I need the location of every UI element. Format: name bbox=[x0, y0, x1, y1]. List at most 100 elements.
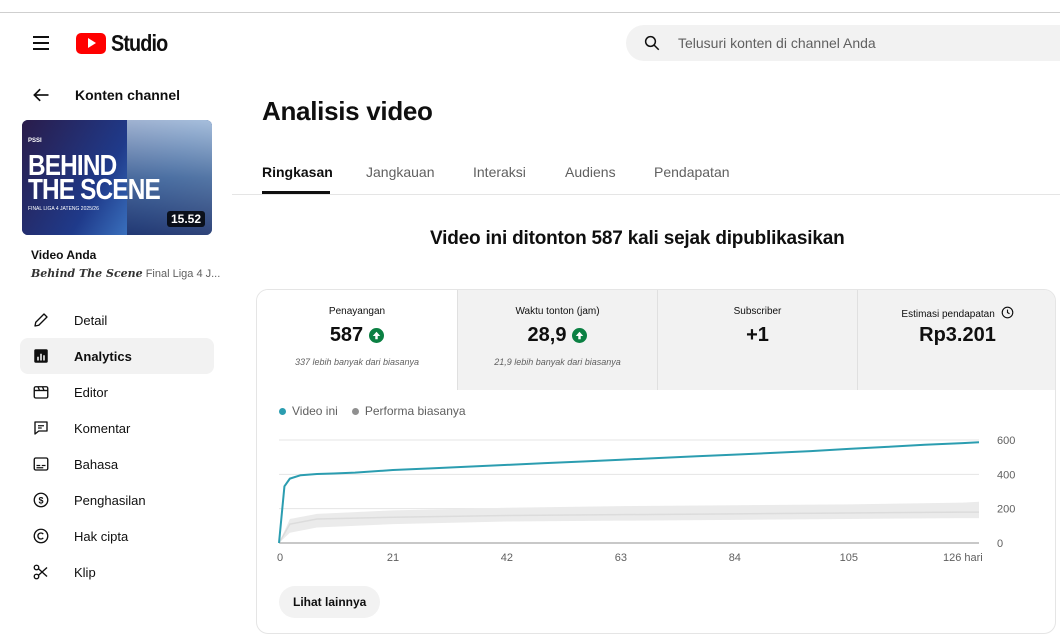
metric-subscribers[interactable]: Subscriber +1 bbox=[657, 290, 857, 390]
metric-watch-time[interactable]: Waktu tonton (jam) 28,9 21,9 lebih banya… bbox=[457, 290, 657, 390]
sidebar-item-label: Hak cipta bbox=[74, 528, 129, 544]
metric-value: +1 bbox=[746, 324, 769, 346]
clapperboard-icon bbox=[33, 386, 49, 399]
sidebar-item-penghasilan[interactable]: $ Penghasilan bbox=[20, 482, 214, 518]
legend-label: Performa biasanya bbox=[364, 404, 466, 418]
trend-up-icon bbox=[369, 328, 385, 343]
metric-tabs: Penayangan 587 337 lebih banyak dari bia… bbox=[257, 290, 1055, 390]
views-headline: Video ini ditonton 587 kali sejak dipubl… bbox=[430, 228, 845, 249]
your-video-label: Video Anda bbox=[31, 248, 97, 262]
tab-ringkasan[interactable]: Ringkasan bbox=[262, 164, 333, 180]
video-thumbnail[interactable]: PSSI BEHIND THE SCENE FINAL LIGA 4 JATEN… bbox=[22, 120, 212, 235]
metric-value: 587 bbox=[329, 324, 364, 346]
typical-range-band bbox=[279, 501, 979, 543]
metric-label: Subscriber bbox=[733, 306, 782, 317]
legend-dot-icon bbox=[279, 407, 286, 415]
metric-value-wrap: +1 bbox=[658, 324, 857, 347]
thumbnail-subtitle: FINAL LIGA 4 JATENG 2025/26 bbox=[28, 206, 99, 212]
video-title-bold: Behind The Scene bbox=[31, 267, 143, 280]
comment-icon bbox=[34, 421, 48, 435]
sidebar-item-editor[interactable]: Editor bbox=[20, 374, 214, 410]
tab-jangkauan[interactable]: Jangkauan bbox=[366, 164, 435, 180]
svg-text:$: $ bbox=[38, 495, 43, 505]
metric-label: Waktu tonton (jam) bbox=[515, 306, 600, 317]
search-bar[interactable] bbox=[626, 25, 1060, 61]
legend-item-typical[interactable]: Performa biasanya bbox=[351, 404, 466, 418]
sidebar-nav: Detail Analytics Editor Komentar Bahasa … bbox=[20, 302, 214, 590]
metric-label: Estimasi pendapatan bbox=[901, 309, 995, 320]
x-tick-label: 126 hari bbox=[943, 552, 983, 564]
views-chart: 0 200 400 600 0 21 42 63 84 105 126 hari bbox=[277, 435, 1015, 564]
metric-label: Penayangan bbox=[328, 306, 386, 317]
sidebar-item-hak-cipta[interactable]: Hak cipta bbox=[20, 518, 214, 554]
metric-value-wrap: 587 bbox=[257, 324, 457, 347]
back-label[interactable]: Konten channel bbox=[75, 87, 180, 103]
metric-value: Rp3.201 bbox=[919, 324, 996, 346]
legend-dot-icon bbox=[351, 407, 359, 415]
y-tick-label: 0 bbox=[997, 538, 1003, 550]
studio-logo[interactable]: Studio bbox=[76, 28, 177, 58]
page-title: Analisis video bbox=[262, 96, 433, 126]
metric-label-wrap: Estimasi pendapatan bbox=[858, 306, 1055, 320]
metric-value: 28,9 bbox=[527, 324, 567, 346]
sidebar-item-label: Detail bbox=[74, 312, 108, 328]
x-tick-label: 105 bbox=[840, 552, 858, 564]
youtube-play-icon bbox=[76, 32, 106, 54]
dollar-icon: $ bbox=[33, 492, 49, 508]
sidebar-item-label: Analytics bbox=[74, 348, 132, 364]
sidebar-item-label: Editor bbox=[74, 384, 108, 400]
back-arrow-icon[interactable] bbox=[30, 85, 52, 105]
metric-value-wrap: Rp3.201 bbox=[858, 324, 1055, 347]
thumbnail-tag: PSSI bbox=[28, 138, 42, 144]
subtitles-icon bbox=[33, 457, 49, 471]
video-title: Behind The Scene Final Liga 4 J... bbox=[31, 267, 220, 280]
metric-value-wrap: 28,9 bbox=[458, 324, 657, 347]
video-title-rest: Final Liga 4 J... bbox=[142, 268, 221, 280]
metric-views[interactable]: Penayangan 587 337 lebih banyak dari bia… bbox=[257, 290, 457, 390]
x-tick-label: 63 bbox=[615, 552, 627, 564]
see-more-button[interactable]: Lihat lainnya bbox=[279, 586, 381, 618]
tab-audiens[interactable]: Audiens bbox=[565, 164, 616, 180]
legend-label: Video ini bbox=[292, 404, 338, 418]
trend-up-icon bbox=[572, 328, 588, 343]
sidebar-item-label: Komentar bbox=[74, 420, 131, 436]
metric-note: 337 lebih banyak dari biasanya bbox=[294, 357, 420, 367]
sidebar-item-label: Bahasa bbox=[74, 456, 119, 472]
sidebar-item-komentar[interactable]: Komentar bbox=[20, 410, 214, 446]
sidebar-item-klip[interactable]: Klip bbox=[20, 554, 214, 590]
y-tick-label: 400 bbox=[997, 469, 1015, 481]
scissors-icon bbox=[33, 564, 48, 580]
legend-item-this-video[interactable]: Video ini bbox=[279, 404, 338, 418]
sidebar-item-analytics[interactable]: Analytics bbox=[20, 338, 214, 374]
y-tick-label: 200 bbox=[997, 504, 1015, 516]
active-tab-indicator bbox=[262, 191, 330, 194]
search-icon[interactable] bbox=[643, 34, 661, 52]
video-duration: 15.52 bbox=[166, 211, 205, 227]
y-tick-label: 600 bbox=[997, 435, 1015, 447]
x-tick-label: 0 bbox=[277, 552, 283, 564]
top-divider bbox=[0, 12, 1060, 13]
copyright-icon bbox=[33, 528, 49, 544]
chart-legend: Video ini Performa biasanya bbox=[279, 404, 480, 418]
tab-pendapatan[interactable]: Pendapatan bbox=[654, 164, 730, 180]
search-input[interactable] bbox=[678, 25, 1048, 61]
metric-revenue[interactable]: Estimasi pendapatan Rp3.201 bbox=[857, 290, 1055, 390]
sidebar-item-label: Penghasilan bbox=[74, 492, 146, 508]
x-tick-label: 42 bbox=[501, 552, 513, 564]
sidebar-item-label: Klip bbox=[74, 564, 96, 580]
metric-note: 21,9 lebih banyak dari biasanya bbox=[494, 357, 621, 367]
clock-icon bbox=[1001, 306, 1013, 319]
menu-icon[interactable] bbox=[30, 33, 54, 53]
tab-interaksi[interactable]: Interaksi bbox=[473, 164, 526, 180]
tab-bar: Ringkasan Jangkauan Interaksi Audiens Pe… bbox=[232, 155, 1060, 195]
pencil-icon bbox=[34, 313, 48, 327]
analytics-icon bbox=[34, 349, 48, 363]
thumbnail-title-line2: THE SCENE bbox=[28, 174, 161, 206]
x-tick-label: 84 bbox=[729, 552, 741, 564]
sidebar-item-bahasa[interactable]: Bahasa bbox=[20, 446, 214, 482]
logo-text: Studio bbox=[111, 29, 168, 56]
sidebar-item-detail[interactable]: Detail bbox=[20, 302, 214, 338]
analytics-card: Penayangan 587 337 lebih banyak dari bia… bbox=[256, 289, 1056, 634]
this-video-line bbox=[278, 441, 980, 544]
x-tick-label: 21 bbox=[387, 552, 399, 564]
